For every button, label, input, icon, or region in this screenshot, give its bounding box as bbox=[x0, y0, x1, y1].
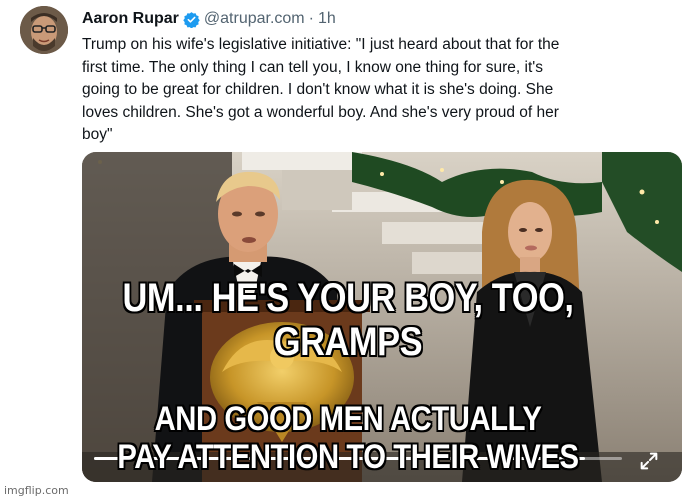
post-header: Aaron Rupar @atrupar.com · 1h bbox=[82, 8, 336, 30]
imgflip-watermark: imgflip.com bbox=[4, 484, 69, 497]
post-text: Trump on his wife's legislative initiati… bbox=[82, 36, 560, 143]
author-name[interactable]: Aaron Rupar bbox=[82, 10, 179, 28]
verified-badge-icon bbox=[183, 11, 200, 28]
meme-caption-top: UM... HE'S YOUR BOY, TOO, GRAMPS bbox=[122, 276, 574, 364]
meme-caption-bottom-line-2: PAY ATTENTION TO THEIR WIVES bbox=[117, 438, 579, 476]
meme-caption-bottom-line-1: AND GOOD MEN ACTUALLY bbox=[154, 400, 542, 438]
post-age[interactable]: 1h bbox=[318, 10, 336, 28]
header-separator: · bbox=[308, 10, 314, 27]
post-card: Aaron Rupar @atrupar.com · 1h Trump on h… bbox=[0, 0, 696, 500]
author-handle[interactable]: @atrupar.com bbox=[204, 10, 305, 28]
meme-caption-bottom: AND GOOD MEN ACTUALLY PAY ATTENTION TO T… bbox=[49, 400, 648, 476]
avatar-image bbox=[20, 6, 68, 54]
author-avatar[interactable] bbox=[20, 6, 68, 54]
